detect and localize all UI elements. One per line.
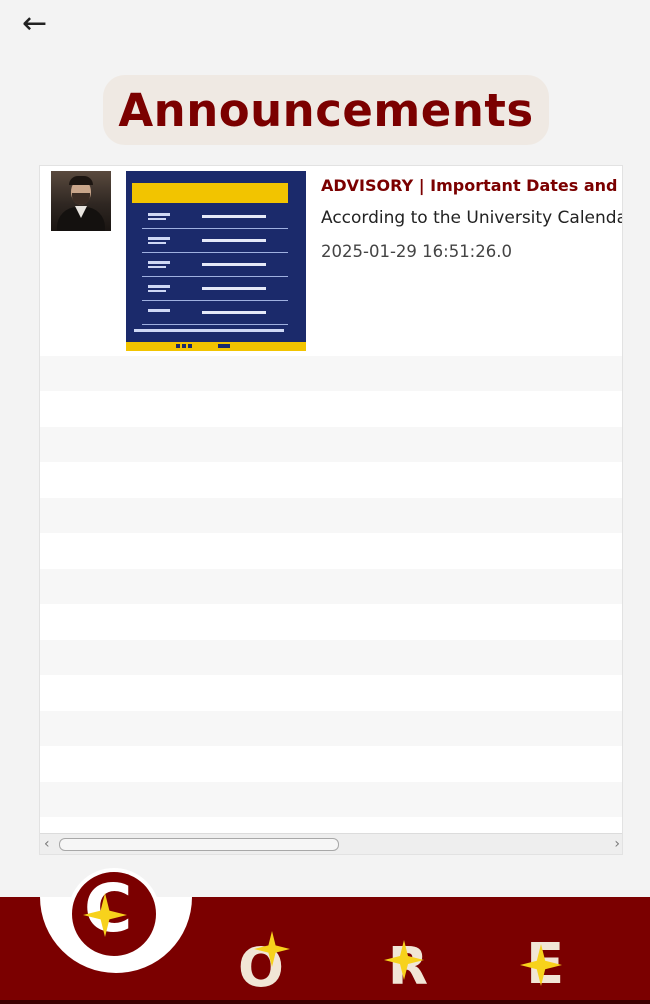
list-item [40,427,622,462]
announcement-row[interactable]: ADVISORY | Important Dates and Sch Accor… [40,166,623,356]
title-pill: Announcements [103,75,549,145]
list-item [40,711,622,746]
list-item [40,462,622,497]
announcement-thumbnail[interactable] [126,171,306,351]
horizontal-scrollbar[interactable]: ‹ › [40,833,622,854]
list-item [40,746,622,781]
scroll-left-icon[interactable]: ‹ [44,836,50,852]
scroll-right-icon[interactable]: › [614,836,620,852]
back-arrow-icon[interactable]: ← [22,6,47,42]
list-item [40,782,622,817]
list-item [40,604,622,639]
announcement-date: 2025-01-29 16:51:26.0 [321,242,512,261]
list-item [40,356,622,391]
nav-item-r[interactable]: R [388,941,428,993]
announcement-list[interactable]: ADVISORY | Important Dates and Sch Accor… [39,165,623,855]
list-item [40,498,622,533]
list-item [40,391,622,426]
avatar [51,171,111,231]
list-item [40,640,622,675]
list-item [40,533,622,568]
list-item [40,675,622,710]
page-title: Announcements [118,83,534,137]
announcement-title[interactable]: ADVISORY | Important Dates and Sch [321,176,622,195]
list-item [40,569,622,604]
scrollbar-thumb[interactable] [59,838,339,851]
announcement-snippet: According to the University Calendar, l [321,208,623,228]
